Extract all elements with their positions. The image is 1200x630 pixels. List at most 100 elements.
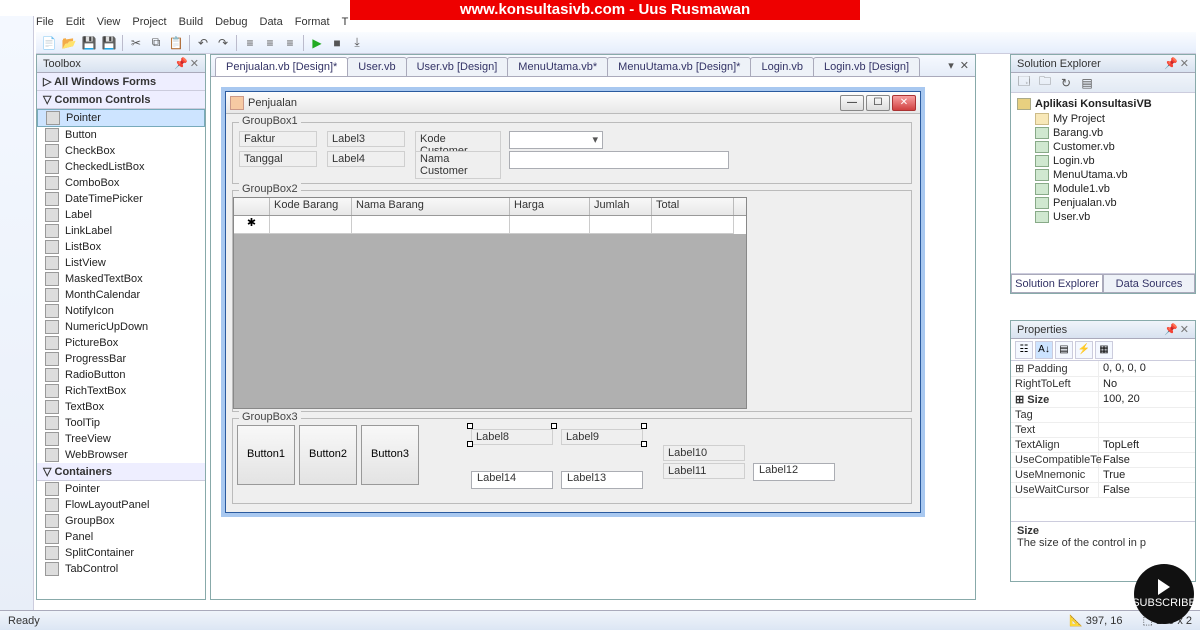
label11[interactable]: Label11: [663, 463, 745, 479]
solution-item[interactable]: User.vb: [1035, 210, 1189, 224]
property-row[interactable]: RightToLeftNo: [1011, 377, 1195, 392]
view-code-icon[interactable]: ▤: [1078, 74, 1096, 92]
toolbox-item-linklabel[interactable]: LinkLabel: [37, 223, 205, 239]
redo-icon[interactable]: ↷: [214, 34, 232, 52]
label3[interactable]: Label3: [327, 131, 405, 147]
toolbox-item-tabcontrol[interactable]: TabControl: [37, 561, 205, 577]
solution-tree[interactable]: Aplikasi KonsultasiVB My ProjectBarang.v…: [1011, 93, 1195, 229]
toolbox-item-button[interactable]: Button: [37, 127, 205, 143]
solution-item[interactable]: MenuUtama.vb: [1035, 168, 1189, 182]
datagrid[interactable]: Kode Barang Nama Barang Harga Jumlah Tot…: [233, 197, 747, 409]
toolbox-item-splitcontainer[interactable]: SplitContainer: [37, 545, 205, 561]
label-tanggal[interactable]: Tanggal: [239, 151, 317, 167]
label9[interactable]: Label9: [561, 429, 643, 445]
property-row[interactable]: ⊞ Padding0, 0, 0, 0: [1011, 361, 1195, 377]
grid-new-row[interactable]: ✱: [234, 216, 746, 234]
toolbox-item-checkbox[interactable]: CheckBox: [37, 143, 205, 159]
grid-col-namabarang[interactable]: Nama Barang: [352, 198, 510, 215]
toolbox-item-pointer[interactable]: Pointer: [37, 109, 205, 127]
groupbox2[interactable]: GroupBox2 Kode Barang Nama Barang Harga …: [232, 190, 912, 412]
toolbox-group-common[interactable]: ▽ Common Controls: [37, 91, 205, 109]
property-pages-icon[interactable]: ▦: [1095, 341, 1113, 359]
design-surface[interactable]: Penjualan — ☐ ✕ GroupBox1 Faktur Tanggal…: [211, 77, 975, 599]
label-faktur[interactable]: Faktur: [239, 131, 317, 147]
subscribe-badge[interactable]: SUBSCRIBE: [1134, 564, 1194, 624]
close-icon[interactable]: ✕: [1180, 323, 1189, 336]
grid-col-rowheader[interactable]: [234, 198, 270, 215]
solution-item[interactable]: Customer.vb: [1035, 140, 1189, 154]
label4[interactable]: Label4: [327, 151, 405, 167]
close-icon[interactable]: ✕: [190, 57, 199, 70]
close-window-icon[interactable]: ✕: [892, 95, 916, 111]
toolbox-item-groupbox[interactable]: GroupBox: [37, 513, 205, 529]
toolbox-item-checkedlistbox[interactable]: CheckedListBox: [37, 159, 205, 175]
selection-handle[interactable]: [467, 441, 473, 447]
undo-icon[interactable]: ↶: [194, 34, 212, 52]
doc-tab[interactable]: Login.vb [Design]: [813, 57, 920, 76]
alphabetical-icon[interactable]: A↓: [1035, 341, 1053, 359]
toolbox-item-radiobutton[interactable]: RadioButton: [37, 367, 205, 383]
paste-icon[interactable]: 📋: [167, 34, 185, 52]
properties-page-icon[interactable]: ▤: [1055, 341, 1073, 359]
solution-item[interactable]: Login.vb: [1035, 154, 1189, 168]
property-row[interactable]: Tag: [1011, 408, 1195, 423]
toolbox-item-pointer[interactable]: Pointer: [37, 481, 205, 497]
groupbox3[interactable]: GroupBox3 Button1 Button2 Button3 Label8…: [232, 418, 912, 504]
toolbox-item-notifyicon[interactable]: NotifyIcon: [37, 303, 205, 319]
refresh-icon[interactable]: ↻: [1057, 74, 1075, 92]
properties-panel[interactable]: Properties 📌✕ ☷ A↓ ▤ ⚡ ▦ ⊞ Padding0, 0, …: [1010, 320, 1196, 582]
properties-icon[interactable]: 🗔: [1015, 74, 1033, 92]
grid-col-total[interactable]: Total: [652, 198, 734, 215]
pin-icon[interactable]: 📌: [1164, 323, 1178, 336]
open-icon[interactable]: 📂: [60, 34, 78, 52]
selection-handle[interactable]: [551, 423, 557, 429]
start-debug-icon[interactable]: ▶: [308, 34, 326, 52]
tab-solution-explorer[interactable]: Solution Explorer: [1011, 274, 1103, 293]
selection-handle[interactable]: [641, 441, 647, 447]
toolbox-item-webbrowser[interactable]: WebBrowser: [37, 447, 205, 463]
document-tabs[interactable]: Penjualan.vb [Design]*User.vbUser.vb [De…: [211, 55, 975, 77]
toolbox-item-numericupdown[interactable]: NumericUpDown: [37, 319, 205, 335]
toolbox-item-listbox[interactable]: ListBox: [37, 239, 205, 255]
close-icon[interactable]: ✕: [1180, 57, 1189, 70]
button3[interactable]: Button3: [361, 425, 419, 485]
maximize-icon[interactable]: ☐: [866, 95, 890, 111]
form-titlebar[interactable]: Penjualan — ☐ ✕: [226, 92, 920, 114]
doc-tab[interactable]: User.vb: [347, 57, 406, 76]
doc-tab[interactable]: Penjualan.vb [Design]*: [215, 57, 348, 76]
solution-toolbar[interactable]: 🗔 🗀 ↻ ▤: [1011, 73, 1195, 93]
step-icon[interactable]: ⤓: [348, 34, 366, 52]
label8[interactable]: Label8: [471, 429, 553, 445]
toolbox-item-treeview[interactable]: TreeView: [37, 431, 205, 447]
doc-tab[interactable]: User.vb [Design]: [406, 57, 509, 76]
new-project-icon[interactable]: 📄: [40, 34, 58, 52]
grid-col-jumlah[interactable]: Jumlah: [590, 198, 652, 215]
toolbox-title[interactable]: Toolbox 📌✕: [37, 55, 205, 73]
toolbox-item-listview[interactable]: ListView: [37, 255, 205, 271]
toolbox-item-flowlayoutpanel[interactable]: FlowLayoutPanel: [37, 497, 205, 513]
toolbox-group-allforms[interactable]: ▷ All Windows Forms: [37, 73, 205, 91]
groupbox1[interactable]: GroupBox1 Faktur Tanggal Label3 Label4 K…: [232, 122, 912, 184]
copy-icon[interactable]: ⧉: [147, 34, 165, 52]
doc-tab[interactable]: MenuUtama.vb [Design]*: [607, 57, 751, 76]
toolbox-item-label[interactable]: Label: [37, 207, 205, 223]
solution-item[interactable]: Barang.vb: [1035, 126, 1189, 140]
toolbox-item-textbox[interactable]: TextBox: [37, 399, 205, 415]
cut-icon[interactable]: ✂: [127, 34, 145, 52]
align-center-icon[interactable]: ≡: [261, 34, 279, 52]
property-row[interactable]: UseCompatibleTeFalse: [1011, 453, 1195, 468]
toolbox-item-maskedtextbox[interactable]: MaskedTextBox: [37, 271, 205, 287]
solution-explorer-panel[interactable]: Solution Explorer 📌✕ 🗔 🗀 ↻ ▤ Aplikasi Ko…: [1010, 54, 1196, 294]
properties-grid[interactable]: ⊞ Padding0, 0, 0, 0RightToLeftNo⊞ Size10…: [1011, 361, 1195, 521]
button1[interactable]: Button1: [237, 425, 295, 485]
toolbox-item-richtextbox[interactable]: RichTextBox: [37, 383, 205, 399]
label-namacust[interactable]: Nama Customer: [415, 151, 501, 179]
property-row[interactable]: UseWaitCursorFalse: [1011, 483, 1195, 498]
doc-tab[interactable]: MenuUtama.vb*: [507, 57, 608, 76]
toolbox-item-monthcalendar[interactable]: MonthCalendar: [37, 287, 205, 303]
solution-explorer-title[interactable]: Solution Explorer 📌✕: [1011, 55, 1195, 73]
toolbox-item-panel[interactable]: Panel: [37, 529, 205, 545]
solution-item[interactable]: My Project: [1035, 112, 1189, 126]
properties-title[interactable]: Properties 📌✕: [1011, 321, 1195, 339]
tab-close-icon[interactable]: ✕: [960, 59, 969, 72]
